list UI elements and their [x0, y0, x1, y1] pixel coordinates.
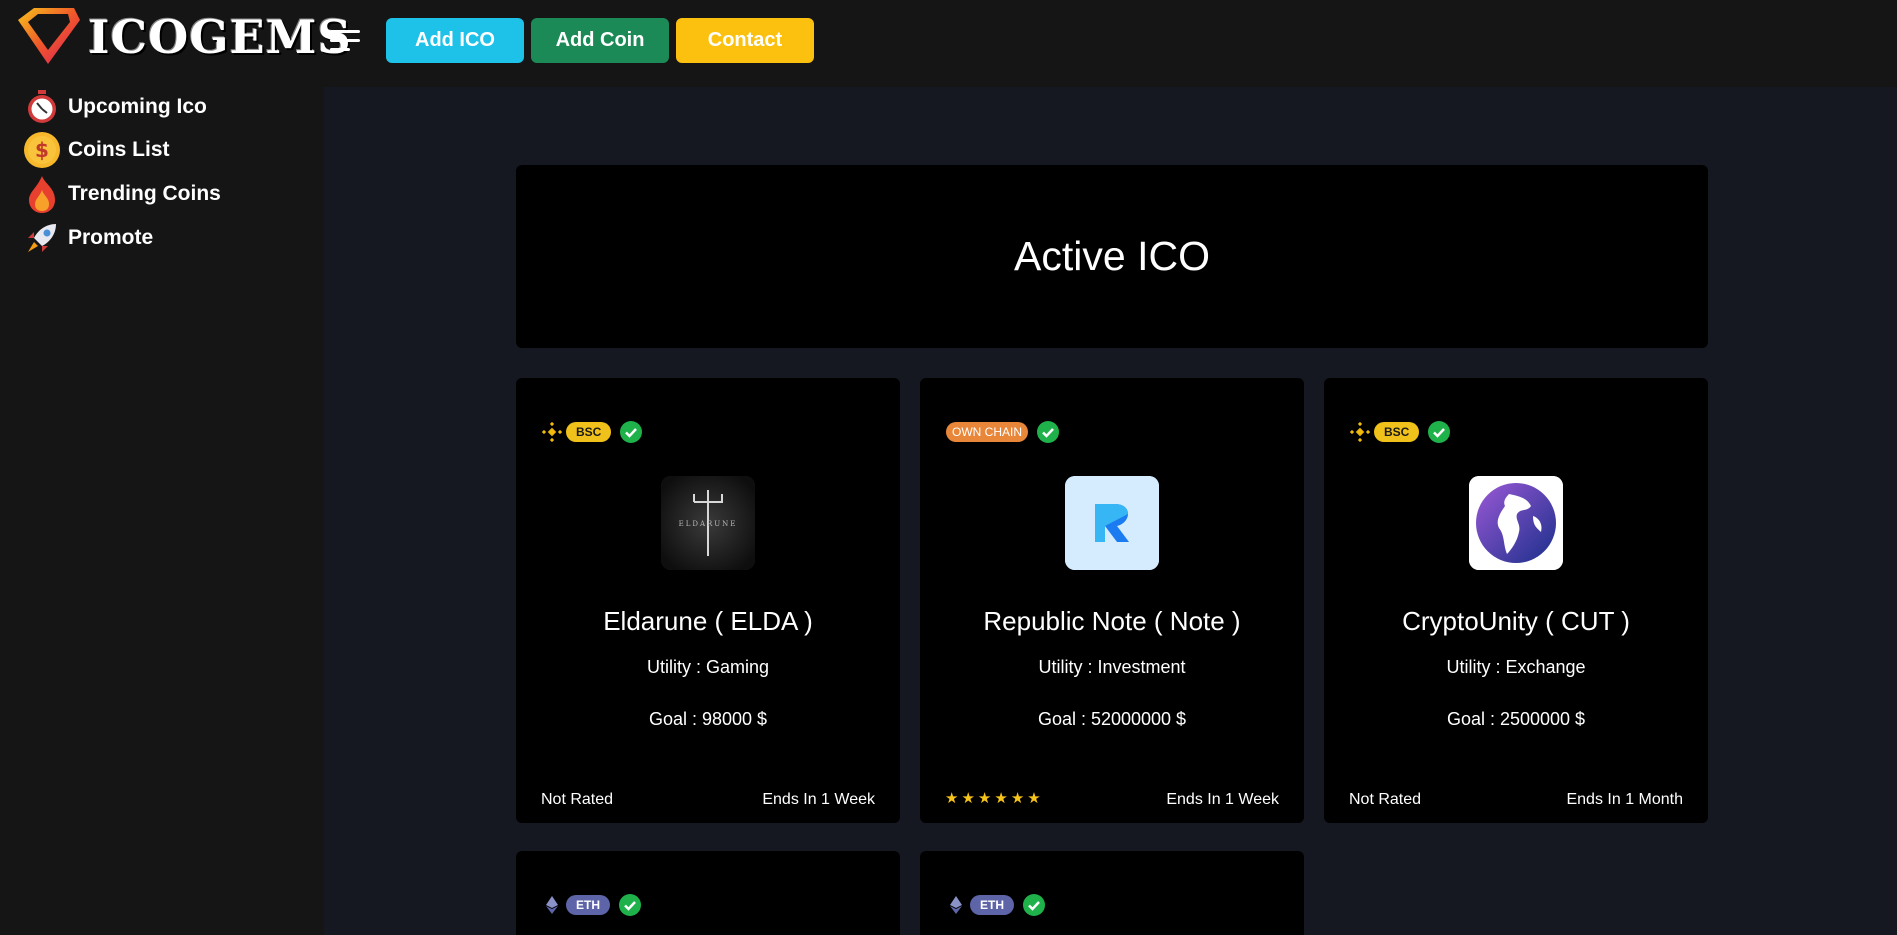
ends-text: Ends In 1 Week: [1166, 791, 1279, 808]
star-icon: ★: [945, 790, 959, 807]
page-title: Active ICO: [1014, 233, 1210, 279]
chain-row: ETH: [946, 892, 1046, 918]
chain-row: BSC: [542, 419, 643, 445]
cryptounity-logo: [1469, 476, 1563, 570]
star-icon: ★: [1027, 790, 1041, 807]
coin-goal: Goal : 2500000 $: [1446, 709, 1586, 729]
sidebar-item-label: Upcoming Ico: [68, 95, 207, 118]
verified-check-icon: [619, 894, 641, 916]
eldarune-logo: ELDARUNE: [661, 476, 755, 570]
ends-text: Ends In 1 Week: [762, 791, 875, 808]
svg-text:$: $: [35, 138, 49, 162]
star-icon: ★: [1010, 790, 1025, 807]
coin-name: CryptoUnity ( CUT ): [1402, 606, 1630, 636]
bnb-icon: [542, 422, 562, 442]
fire-icon: [22, 174, 62, 214]
coin-goal: Goal : 52000000 $: [1037, 709, 1187, 729]
sidebar: Upcoming Ico $ Coins List Trending Coins: [0, 87, 324, 935]
star-icon: ★: [961, 790, 975, 807]
dollar-coin-icon: $: [22, 130, 62, 170]
chain-badge: OWN CHAIN: [946, 422, 1028, 442]
verified-check-icon: [620, 421, 643, 443]
coin-name: Republic Note ( Note ): [983, 606, 1241, 636]
ico-card[interactable]: OWN CHAIN Republic Note ( Note ) Utility…: [920, 378, 1304, 823]
verified-check-icon: [1037, 421, 1059, 443]
coin-utility: Utility : Investment: [1038, 657, 1186, 677]
stopwatch-icon: [22, 87, 62, 127]
active-ico-banner: Active ICO: [516, 165, 1708, 348]
coin-goal: Goal : 98000 $: [648, 709, 768, 729]
rating-text: Not Rated: [541, 791, 614, 808]
add-ico-button[interactable]: Add ICO: [386, 18, 524, 63]
chain-badge: ETH: [566, 895, 610, 915]
sidebar-item-label: Coins List: [68, 138, 170, 161]
diamond-logo-icon: [18, 8, 80, 64]
bnb-icon: [1350, 422, 1370, 442]
coin-name: Eldarune ( ELDA ): [603, 606, 813, 636]
verified-check-icon: [1023, 894, 1045, 916]
brand-logo[interactable]: ICOGEMS: [12, 6, 352, 68]
sidebar-item-coins-list[interactable]: $ Coins List: [22, 130, 170, 170]
chain-row: OWN CHAIN: [946, 419, 1060, 445]
verified-check-icon: [1428, 421, 1451, 443]
contact-button[interactable]: Contact: [676, 18, 814, 63]
star-icon: ★: [977, 790, 992, 807]
top-bar: ICOGEMS Add ICO Add Coin Contact: [0, 0, 1897, 87]
sidebar-item-trending-coins[interactable]: Trending Coins: [22, 174, 221, 214]
ethereum-icon: [950, 896, 962, 914]
hamburger-menu-icon[interactable]: [330, 30, 360, 54]
sidebar-item-label: Trending Coins: [68, 182, 221, 205]
add-coin-button[interactable]: Add Coin: [531, 18, 669, 63]
chain-badge: BSC: [1374, 422, 1420, 442]
ethereum-icon: [546, 896, 558, 914]
ico-card[interactable]: BSC ELDARUNE Eldarune ( ELDA ) Utility :…: [516, 378, 900, 823]
sidebar-item-promote[interactable]: Promote: [22, 218, 153, 258]
sidebar-item-label: Promote: [68, 226, 154, 249]
coin-utility: Utility : Exchange: [1446, 657, 1586, 677]
svg-text:ELDARUNE: ELDARUNE: [679, 520, 738, 528]
ends-text: Ends In 1 Month: [1566, 791, 1683, 808]
rating-text: Not Rated: [1349, 791, 1422, 808]
star-rating: ★ ★ ★ ★ ★ ★: [945, 791, 1044, 807]
sidebar-item-upcoming-ico[interactable]: Upcoming Ico: [22, 87, 207, 127]
chain-row: ETH: [542, 892, 642, 918]
coin-utility: Utility : Gaming: [646, 657, 770, 677]
ico-card[interactable]: ETH: [920, 851, 1304, 935]
ico-card[interactable]: ETH: [516, 851, 900, 935]
star-icon: ★: [994, 790, 1008, 807]
chain-badge: ETH: [970, 895, 1014, 915]
rocket-icon: [22, 218, 62, 258]
republic-note-logo: [1065, 476, 1159, 570]
chain-row: BSC: [1350, 419, 1451, 445]
chain-badge: BSC: [566, 422, 612, 442]
ico-card[interactable]: BSC CryptoUnity ( CUT ) Utility : Exchan…: [1324, 378, 1708, 823]
brand-name: ICOGEMS: [88, 10, 352, 64]
